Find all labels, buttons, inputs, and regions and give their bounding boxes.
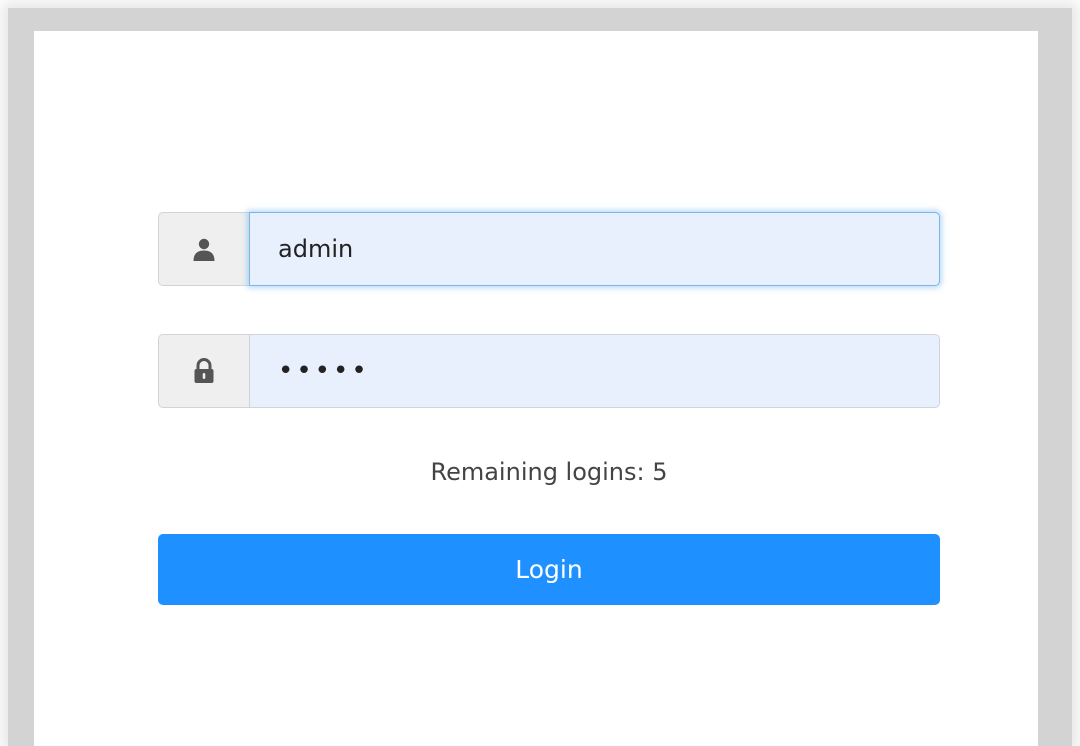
remaining-logins-text: Remaining logins: 5 <box>430 458 668 486</box>
password-input[interactable] <box>249 334 940 408</box>
username-field-group <box>158 212 940 286</box>
login-button[interactable]: Login <box>158 534 940 605</box>
password-addon <box>158 334 249 408</box>
username-addon <box>158 212 249 286</box>
user-icon <box>193 238 215 261</box>
password-field-group <box>158 334 940 408</box>
username-input[interactable] <box>249 212 940 286</box>
lock-icon <box>194 358 214 383</box>
